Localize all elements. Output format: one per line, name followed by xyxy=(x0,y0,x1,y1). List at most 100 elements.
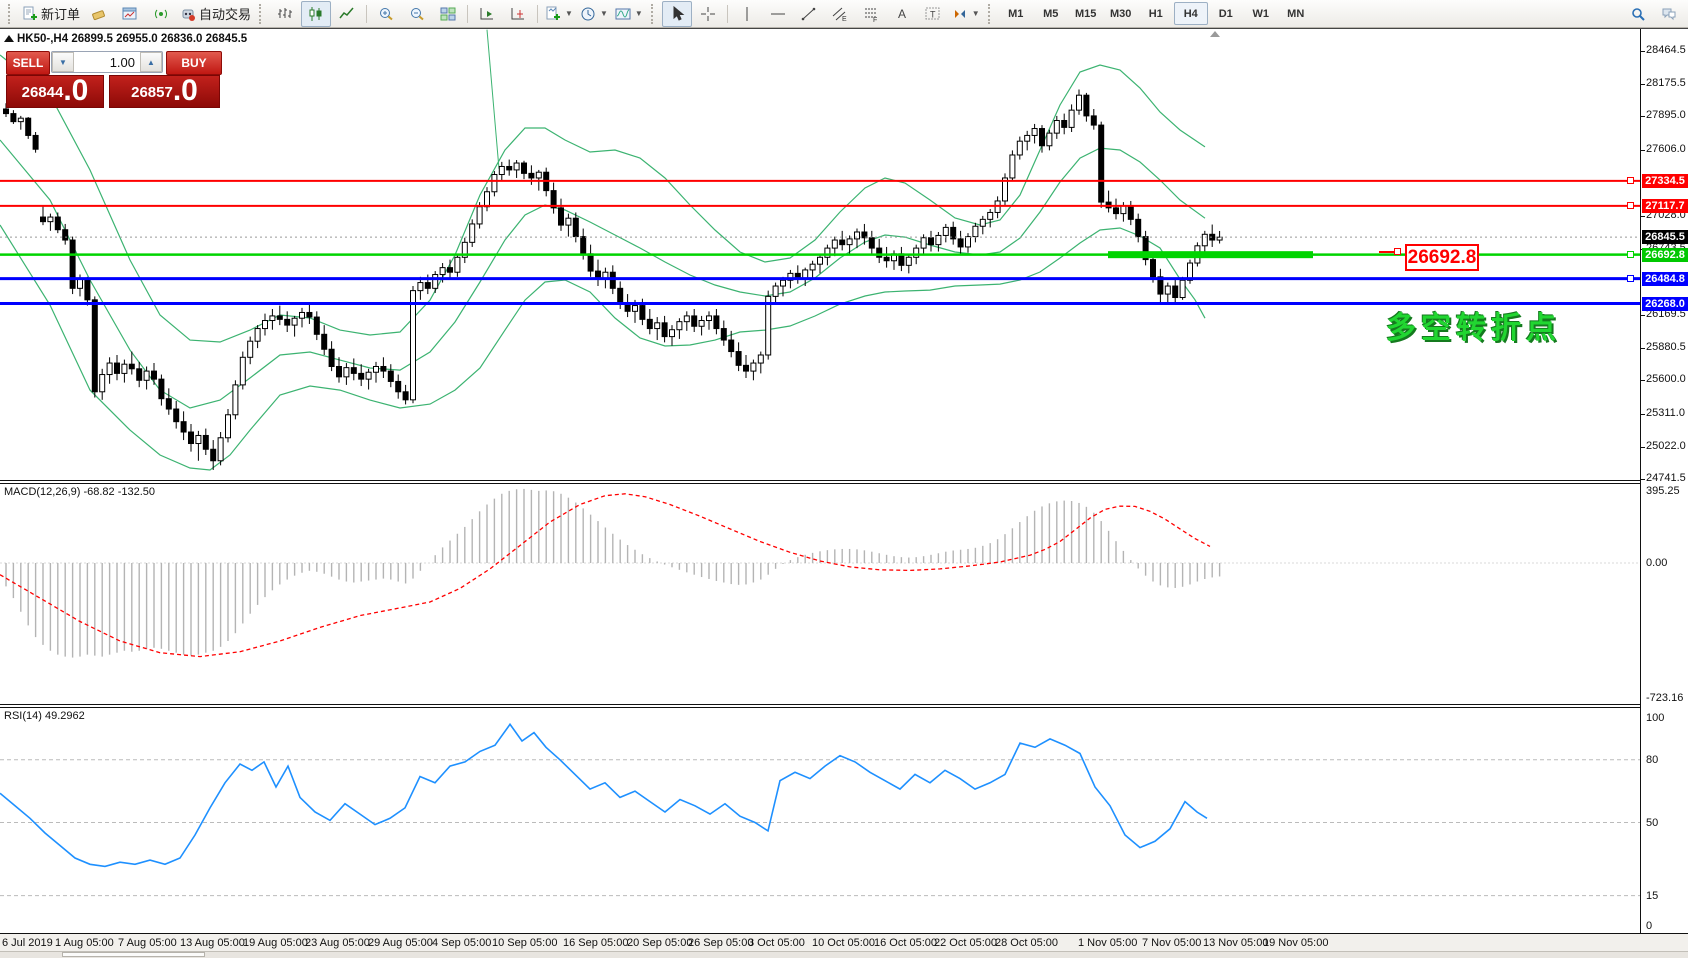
buy-price[interactable]: 26857.0 xyxy=(109,75,220,108)
date-label: 10 Sep 05:00 xyxy=(492,937,558,949)
candle xyxy=(802,269,809,279)
rsi-axis-label: 0 xyxy=(1646,920,1653,932)
axis-tick xyxy=(1641,447,1645,448)
candle xyxy=(321,333,328,350)
candle xyxy=(1039,128,1045,147)
candle xyxy=(69,239,76,289)
buy-button[interactable]: BUY xyxy=(166,51,222,75)
trendline-object[interactable] xyxy=(486,29,500,169)
candle xyxy=(365,371,372,380)
axis-tick-label: 25600.0 xyxy=(1646,373,1686,385)
candle xyxy=(972,225,979,238)
candle xyxy=(62,229,69,241)
candle xyxy=(32,134,39,150)
date-label: 6 Jul 2019 xyxy=(2,937,53,949)
sell-price[interactable]: 26844.0 xyxy=(6,75,104,108)
candle xyxy=(195,434,202,445)
volume-up-button[interactable]: ▲ xyxy=(140,52,162,72)
candle xyxy=(1098,124,1105,203)
pane-splitter[interactable] xyxy=(0,480,1688,484)
rsi-label: RSI(14) 49.2962 xyxy=(4,710,85,722)
date-label: 3 Oct 05:00 xyxy=(748,937,805,949)
candle xyxy=(173,408,180,423)
time-axis[interactable]: 6 Jul 2019 1 Aug 05:00 7 Aug 05:00 13 Aug 0… xyxy=(0,933,1688,951)
candle xyxy=(121,363,128,374)
candle xyxy=(1068,109,1075,128)
turning-point-annotation[interactable]: 多空转折点 xyxy=(1386,303,1561,347)
candle xyxy=(358,372,365,380)
candle xyxy=(572,217,579,238)
macd-pane-layer xyxy=(0,488,1640,658)
price-axis[interactable]: 28464.528175.527895.027606.027028.026743… xyxy=(1640,29,1688,933)
candle xyxy=(1083,94,1090,117)
thick-level-segment[interactable] xyxy=(1108,251,1313,259)
pane-splitter[interactable] xyxy=(0,704,1688,708)
callout-leader xyxy=(1379,251,1394,253)
candle xyxy=(491,174,498,193)
candle xyxy=(1135,218,1142,238)
candle xyxy=(558,207,564,226)
chart-scroll-marker-icon[interactable] xyxy=(1210,31,1220,37)
date-label: 16 Oct 05:00 xyxy=(874,937,937,949)
candle xyxy=(254,328,261,342)
chat-button[interactable] xyxy=(1654,1,1684,27)
candle xyxy=(772,285,779,297)
candle xyxy=(284,318,291,326)
horizontal-scrollbar[interactable] xyxy=(62,952,205,957)
candle xyxy=(817,256,823,265)
sell-price-main: 26844 xyxy=(21,84,64,101)
axis-tick-label: 24741.5 xyxy=(1646,472,1686,484)
price-level-badge: 26484.8 xyxy=(1642,272,1688,286)
candle xyxy=(99,374,106,393)
candle xyxy=(1009,154,1016,179)
date-label: 4 Sep 05:00 xyxy=(432,937,492,949)
callout-handle[interactable] xyxy=(1394,248,1401,255)
sell-button[interactable]: SELL xyxy=(6,51,50,75)
date-label: 23 Aug 05:00 xyxy=(305,937,370,949)
candle xyxy=(646,318,653,330)
candle xyxy=(77,278,83,289)
candle xyxy=(720,328,727,341)
line-handle[interactable] xyxy=(1627,275,1634,283)
date-label: 26 Sep 05:00 xyxy=(688,937,754,949)
candle xyxy=(232,384,239,416)
candle xyxy=(269,315,276,322)
chart-title: HK50-,H4 26899.5 26955.0 26836.0 26845.5 xyxy=(17,33,248,45)
candle xyxy=(854,231,860,240)
macd-signal-line xyxy=(0,493,1211,658)
price-level-badge: 26692.8 xyxy=(1642,248,1688,262)
candle xyxy=(47,216,54,223)
buy-price-frac: .0 xyxy=(172,74,198,107)
axis-tick xyxy=(1641,479,1645,480)
candle xyxy=(395,380,402,393)
chart-canvas[interactable] xyxy=(0,0,1640,958)
candle xyxy=(1179,279,1186,299)
line-handle[interactable] xyxy=(1627,202,1634,210)
line-handle[interactable] xyxy=(1627,177,1634,185)
candle xyxy=(587,253,594,272)
candle xyxy=(225,414,231,439)
candle xyxy=(299,311,305,319)
volume-down-button[interactable]: ▼ xyxy=(52,52,74,72)
candle xyxy=(336,365,342,378)
candle xyxy=(106,362,113,376)
candle xyxy=(10,113,17,123)
axis-tick-label: 28464.5 xyxy=(1646,44,1686,56)
candle xyxy=(905,256,912,266)
volume-stepper[interactable]: ▼ 1.00 ▲ xyxy=(51,51,163,73)
candle xyxy=(735,351,742,366)
volume-input[interactable]: 1.00 xyxy=(74,52,140,72)
candle xyxy=(750,362,757,372)
candle xyxy=(706,315,712,322)
rsi-axis-label: 15 xyxy=(1646,890,1659,902)
candle xyxy=(661,322,668,338)
axis-tick xyxy=(1641,84,1645,85)
candle xyxy=(639,305,646,320)
line-handle[interactable] xyxy=(1627,251,1634,259)
candle xyxy=(210,448,217,462)
level-callout[interactable]: 26692.8 xyxy=(1405,244,1479,271)
candle xyxy=(506,165,513,171)
rsi-line xyxy=(0,722,1208,868)
candle xyxy=(447,267,453,273)
date-label: 29 Aug 05:00 xyxy=(368,937,433,949)
